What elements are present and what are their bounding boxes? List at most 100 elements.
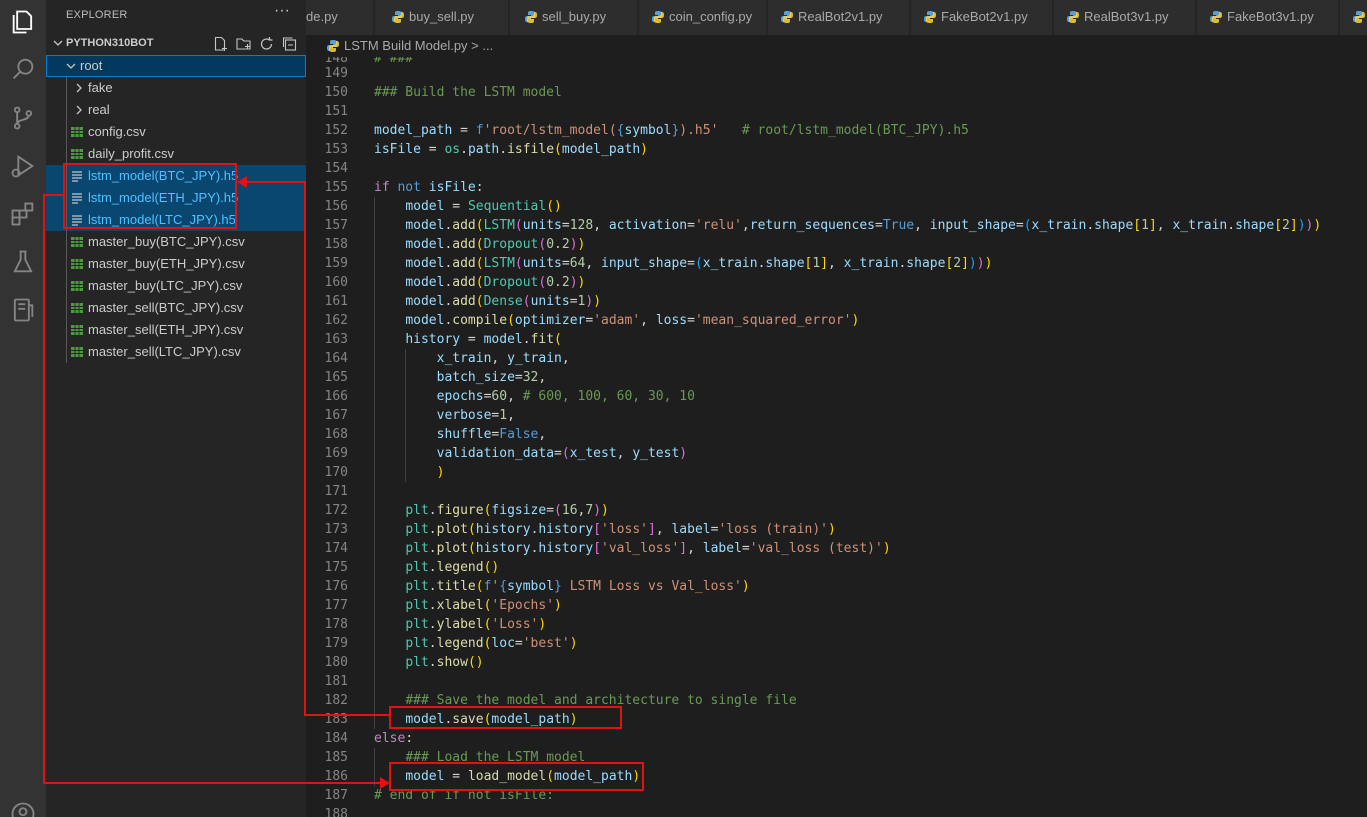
tree-item-master-sell-ltc[interactable]: master_sell(LTC_JPY).csv	[46, 341, 306, 363]
editor-tab-bar: de.py buy_sell.py sell_buy.py coin_confi…	[306, 0, 1367, 35]
tab-overflow[interactable]	[1340, 0, 1367, 35]
code-line: 156 model = Sequential()	[324, 197, 562, 216]
tree-item-label: master_buy(ETH_JPY).csv	[88, 256, 245, 271]
tab-sell-buy-py[interactable]: sell_buy.py	[510, 0, 638, 35]
code-line: 174 plt.plot(history.history['val_loss']…	[324, 539, 891, 558]
annotation-line	[43, 194, 65, 196]
code-line: 149	[324, 66, 348, 81]
tab-label: sell_buy.py	[542, 9, 607, 24]
new-file-icon[interactable]	[212, 36, 229, 52]
code-line: 188	[324, 807, 348, 817]
account-icon[interactable]	[9, 800, 37, 817]
workspace-name: PYTHON310BOT	[66, 37, 154, 49]
tree-item-daily-profit-csv[interactable]: daily_profit.csv	[46, 143, 306, 165]
tree-item-label: real	[88, 102, 110, 117]
csv-file-icon	[71, 259, 83, 269]
csv-file-icon	[71, 149, 83, 159]
tree-item-label: master_buy(LTC_JPY).csv	[88, 278, 243, 293]
chevron-down-icon	[53, 40, 63, 46]
tab-de-py[interactable]: de.py	[306, 0, 374, 35]
annotation-line	[304, 714, 390, 716]
python-file-icon	[327, 40, 339, 52]
tree-item-config-csv[interactable]: config.csv	[46, 121, 306, 143]
code-editor[interactable]: 148 # ### 149 150 ### Build the LSTM model…	[306, 57, 1367, 817]
tab-realbot2v1-py[interactable]: RealBot2v1.py	[768, 0, 910, 35]
sidebar-title: EXPLORER	[66, 9, 128, 21]
tree-item-master-sell-eth[interactable]: master_sell(ETH_JPY).csv	[46, 319, 306, 341]
annotation-line	[304, 181, 306, 716]
workspace-section-header[interactable]: PYTHON310BOT	[46, 33, 306, 55]
tab-coin-config-py[interactable]: coin_config.py	[639, 0, 767, 35]
code-line: 151	[324, 104, 348, 119]
tree-item-real[interactable]: real	[46, 99, 306, 121]
annotation-box-save	[389, 706, 622, 729]
csv-file-icon	[71, 325, 83, 335]
code-line: 170 )	[324, 463, 445, 482]
tab-fakebot3v1-py[interactable]: FakeBot3v1.py	[1197, 0, 1339, 35]
more-actions-button[interactable]: ···	[274, 2, 290, 20]
annotation-box-load	[389, 762, 644, 791]
code-line: 180 plt.show()	[324, 653, 484, 672]
tab-buy-sell-py[interactable]: buy_sell.py	[375, 0, 509, 35]
csv-file-icon	[71, 237, 83, 247]
chevron-down-icon	[66, 63, 76, 69]
code-line: 160 model.add(Dropout(0.2))	[324, 273, 586, 292]
search-icon[interactable]	[9, 55, 37, 83]
tree-item-label: master_sell(BTC_JPY).csv	[88, 300, 244, 315]
refresh-icon[interactable]	[258, 36, 275, 52]
csv-file-icon	[71, 127, 83, 137]
source-control-icon[interactable]	[9, 104, 37, 132]
csv-file-icon	[71, 281, 83, 291]
tab-label: FakeBot2v1.py	[941, 9, 1028, 24]
tree-item-master-sell-btc[interactable]: master_sell(BTC_JPY).csv	[46, 297, 306, 319]
code-line: 157 model.add(LSTM(units=128, activation…	[324, 216, 1322, 235]
python-file-icon	[1353, 11, 1365, 23]
code-line: 154	[324, 161, 348, 176]
tree-item-label: root	[80, 58, 103, 73]
tree-item-master-buy-btc[interactable]: master_buy(BTC_JPY).csv	[46, 231, 306, 253]
run-debug-icon[interactable]	[9, 152, 37, 180]
code-line: 161 model.add(Dense(units=1))	[324, 292, 602, 311]
code-line: 171	[306, 482, 1367, 501]
testing-icon[interactable]	[9, 248, 37, 276]
code-line: 159 model.add(LSTM(units=64, input_shape…	[324, 254, 993, 273]
python-file-icon	[525, 11, 537, 23]
python-file-icon	[1067, 11, 1079, 23]
tab-label: coin_config.py	[669, 9, 753, 24]
explorer-sidebar: EXPLORER ··· PYTHON310BOT root fake real…	[46, 0, 306, 817]
tab-label: FakeBot3v1.py	[1227, 9, 1314, 24]
code-line: 179 plt.legend(loc='best')	[324, 634, 578, 653]
tree-item-root[interactable]: root	[46, 55, 306, 77]
code-line: 173 plt.plot(history.history['loss'], la…	[324, 520, 836, 539]
collapse-all-icon[interactable]	[281, 36, 298, 52]
python-file-icon	[924, 11, 936, 23]
csv-file-icon	[71, 303, 83, 313]
code-line: 172 plt.figure(figsize=(16,7))	[324, 501, 609, 520]
new-folder-icon[interactable]	[235, 36, 252, 52]
extensions-icon[interactable]	[9, 200, 37, 228]
tree-item-master-buy-ltc[interactable]: master_buy(LTC_JPY).csv	[46, 275, 306, 297]
chevron-right-icon	[76, 83, 82, 93]
remote-explorer-icon[interactable]	[9, 296, 37, 324]
python-file-icon	[392, 11, 404, 23]
tab-label: RealBot2v1.py	[798, 9, 883, 24]
code-line: 163 history = model.fit(	[324, 330, 562, 349]
tree-item-fake[interactable]: fake	[46, 77, 306, 99]
code-line: 168 shuffle=False,	[324, 425, 547, 444]
tree-item-label: daily_profit.csv	[88, 146, 174, 161]
tab-realbot3v1-py[interactable]: RealBot3v1.py	[1054, 0, 1196, 35]
code-line: 166 epochs=60, # 600, 100, 60, 30, 10	[324, 387, 695, 406]
explorer-icon[interactable]	[9, 8, 37, 36]
tab-fakebot2v1-py[interactable]: FakeBot2v1.py	[911, 0, 1053, 35]
tab-label: de.py	[306, 9, 338, 24]
annotation-box-h5-files	[63, 163, 237, 229]
csv-file-icon	[71, 347, 83, 357]
tab-label: RealBot3v1.py	[1084, 9, 1169, 24]
tree-item-label: config.csv	[88, 124, 146, 139]
code-line: 155 if not isFile:	[324, 180, 484, 195]
code-line: 158 model.add(Dropout(0.2))	[324, 235, 586, 254]
tree-item-master-buy-eth[interactable]: master_buy(ETH_JPY).csv	[46, 253, 306, 275]
breadcrumb[interactable]: LSTM Build Model.py > ...	[306, 35, 1367, 57]
python-file-icon	[781, 11, 793, 23]
annotation-line	[43, 194, 45, 784]
